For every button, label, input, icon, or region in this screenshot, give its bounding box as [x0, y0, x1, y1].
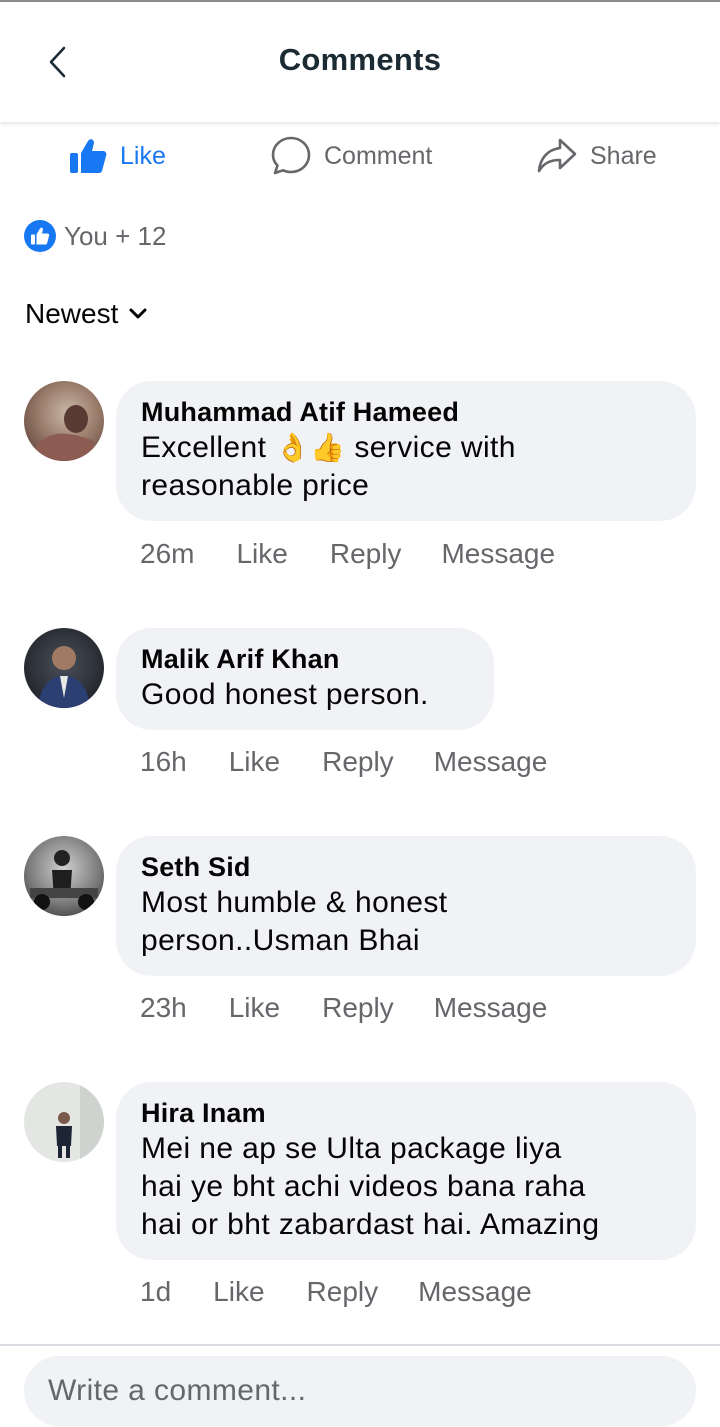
comment-text: Excellent 👌👍 service with reasonable pri…	[141, 431, 516, 502]
avatar[interactable]	[24, 836, 104, 916]
comment-reply-button[interactable]: Reply	[307, 1276, 379, 1308]
comment-bubble[interactable]: Muhammad Atif Hameed Excellent 👌👍 servic…	[116, 381, 696, 521]
comment-meta: 1d Like Reply Message	[140, 1272, 532, 1312]
share-label: Share	[590, 141, 657, 170]
comment-author[interactable]: Malik Arif Khan	[141, 642, 468, 676]
comment-like-button[interactable]: Like	[229, 992, 280, 1024]
comment-author[interactable]: Muhammad Atif Hameed	[141, 395, 670, 429]
header-bar: Comments	[0, 2, 720, 122]
sort-label: Newest	[25, 298, 119, 329]
comment-bubble[interactable]: Hira Inam Mei ne ap se Ulta package liya…	[116, 1082, 696, 1260]
like-reaction-icon	[24, 220, 56, 252]
speech-bubble-icon	[271, 136, 311, 175]
comment-text: Mei ne ap se Ulta package liya hai ye bh…	[141, 1132, 600, 1241]
comment-reply-button[interactable]: Reply	[322, 746, 394, 778]
comment-bubble[interactable]: Seth Sid Most humble & honest person..Us…	[116, 836, 696, 976]
post-actions: Like Comment Share	[0, 128, 720, 184]
composer-divider	[0, 1344, 720, 1346]
comment-meta: 16h Like Reply Message	[140, 742, 547, 782]
comment-reply-button[interactable]: Reply	[330, 538, 402, 570]
sort-dropdown[interactable]: Newest	[25, 294, 148, 334]
comment-message-button[interactable]: Message	[434, 992, 548, 1024]
avatar[interactable]	[24, 628, 104, 708]
comment-button[interactable]: Comment	[270, 128, 432, 184]
share-arrow-icon	[537, 138, 577, 173]
comment-message-button[interactable]: Message	[434, 746, 548, 778]
comment-time: 26m	[140, 538, 195, 569]
reactions-count: You + 12	[64, 220, 167, 251]
comment-text: Most humble & honest person..Usman Bhai	[141, 886, 448, 957]
chevron-down-icon	[129, 308, 147, 319]
emoji: 👌👍	[275, 432, 346, 463]
comment-message-button[interactable]: Message	[441, 538, 555, 570]
comment-meta: 23h Like Reply Message	[140, 988, 547, 1028]
comment-label: Comment	[324, 141, 433, 170]
like-button[interactable]: Like	[68, 128, 166, 184]
comment-text: Good honest person.	[141, 678, 429, 711]
comment-like-button[interactable]: Like	[236, 538, 287, 570]
comment-message-button[interactable]: Message	[418, 1276, 532, 1308]
comment-like-button[interactable]: Like	[213, 1276, 264, 1308]
comment-author[interactable]: Seth Sid	[141, 850, 670, 884]
avatar[interactable]	[24, 381, 104, 461]
reactions-summary[interactable]: You + 12	[24, 218, 166, 254]
comment-time: 1d	[140, 1276, 172, 1307]
share-button[interactable]: Share	[536, 128, 657, 184]
comment-time: 23h	[140, 992, 187, 1023]
comment-bubble[interactable]: Malik Arif Khan Good honest person.	[116, 628, 494, 730]
comment-meta: 26m Like Reply Message	[140, 534, 555, 574]
page-title: Comments	[278, 42, 442, 77]
comment-composer[interactable]	[24, 1356, 696, 1426]
comment-reply-button[interactable]: Reply	[322, 992, 394, 1024]
avatar[interactable]	[24, 1082, 104, 1162]
comment-like-button[interactable]: Like	[229, 746, 280, 778]
like-label: Like	[120, 141, 166, 170]
comment-time: 16h	[140, 746, 187, 777]
thumbs-up-icon	[70, 139, 107, 173]
comment-author[interactable]: Hira Inam	[141, 1096, 670, 1130]
comment-input[interactable]	[24, 1356, 696, 1426]
